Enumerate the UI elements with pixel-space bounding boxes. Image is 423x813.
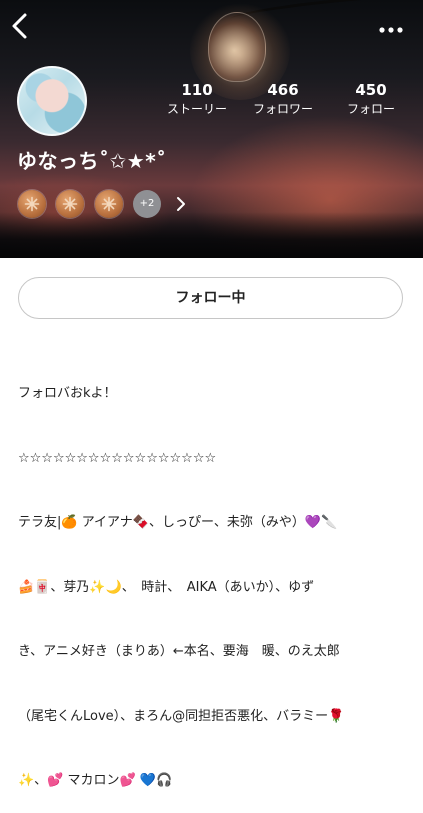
username-decoration: ˚✩★*˚ [99, 149, 167, 173]
profile-bio: フォロバおkよ！ ☆☆☆☆☆☆☆☆☆☆☆☆☆☆☆☆☆ テラ友|🍊 アイアナ🍫、し… [18, 340, 406, 813]
bio-line: ✨、💕 マカロン💕 💙🎧 [18, 773, 173, 788]
skyline-silhouette [0, 212, 423, 258]
bio-line: き、アニメ好き（まりあ）←本名、要海 暖、のえ太郎 [18, 644, 340, 659]
bio-line: テラ友|🍊 アイアナ🍫、しっぴー、未弥（みや）💜🔪 [18, 515, 338, 530]
bio-line: （尾宅くんLove）、まろん@同担拒否悪化、バラミー🌹 [18, 708, 345, 724]
stat-following-label: フォロー [346, 102, 395, 116]
stat-stories-count: 110 [181, 81, 213, 99]
stat-followers-count: 466 [267, 81, 299, 99]
light-bulb [208, 12, 266, 82]
more-options-icon[interactable] [377, 20, 405, 33]
badge-star-icon [24, 196, 40, 212]
bio-line: ☆☆☆☆☆☆☆☆☆☆☆☆☆☆☆☆☆ [18, 450, 217, 466]
badge-3[interactable] [95, 190, 123, 218]
stat-following[interactable]: 450 フォロー [326, 81, 416, 117]
badge-more-count[interactable]: +2 [133, 190, 161, 218]
badge-star-icon [62, 196, 78, 212]
badge-2[interactable] [56, 190, 84, 218]
chevron-right-icon[interactable] [175, 196, 187, 212]
back-icon[interactable] [8, 12, 32, 40]
avatar[interactable] [17, 66, 87, 136]
stat-followers[interactable]: 466 フォロワー [238, 81, 328, 117]
following-button[interactable]: フォロー中 [18, 277, 403, 319]
profile-username: ゆなっち˚✩★*˚ [17, 145, 167, 174]
username-text: ゆなっち [17, 149, 99, 173]
stat-stories[interactable]: 110 ストーリー [152, 81, 242, 117]
stat-stories-label: ストーリー [166, 102, 227, 116]
bio-line: フォロバおkよ！ [18, 386, 117, 401]
bio-line: 🍰🀄、芽乃✨🌙、 時計、 AIKA（あいか）、ゆず [18, 579, 315, 595]
badge-1[interactable] [18, 190, 46, 218]
stat-followers-label: フォロワー [252, 102, 313, 116]
badge-star-icon [101, 196, 117, 212]
stat-following-count: 450 [355, 81, 387, 99]
